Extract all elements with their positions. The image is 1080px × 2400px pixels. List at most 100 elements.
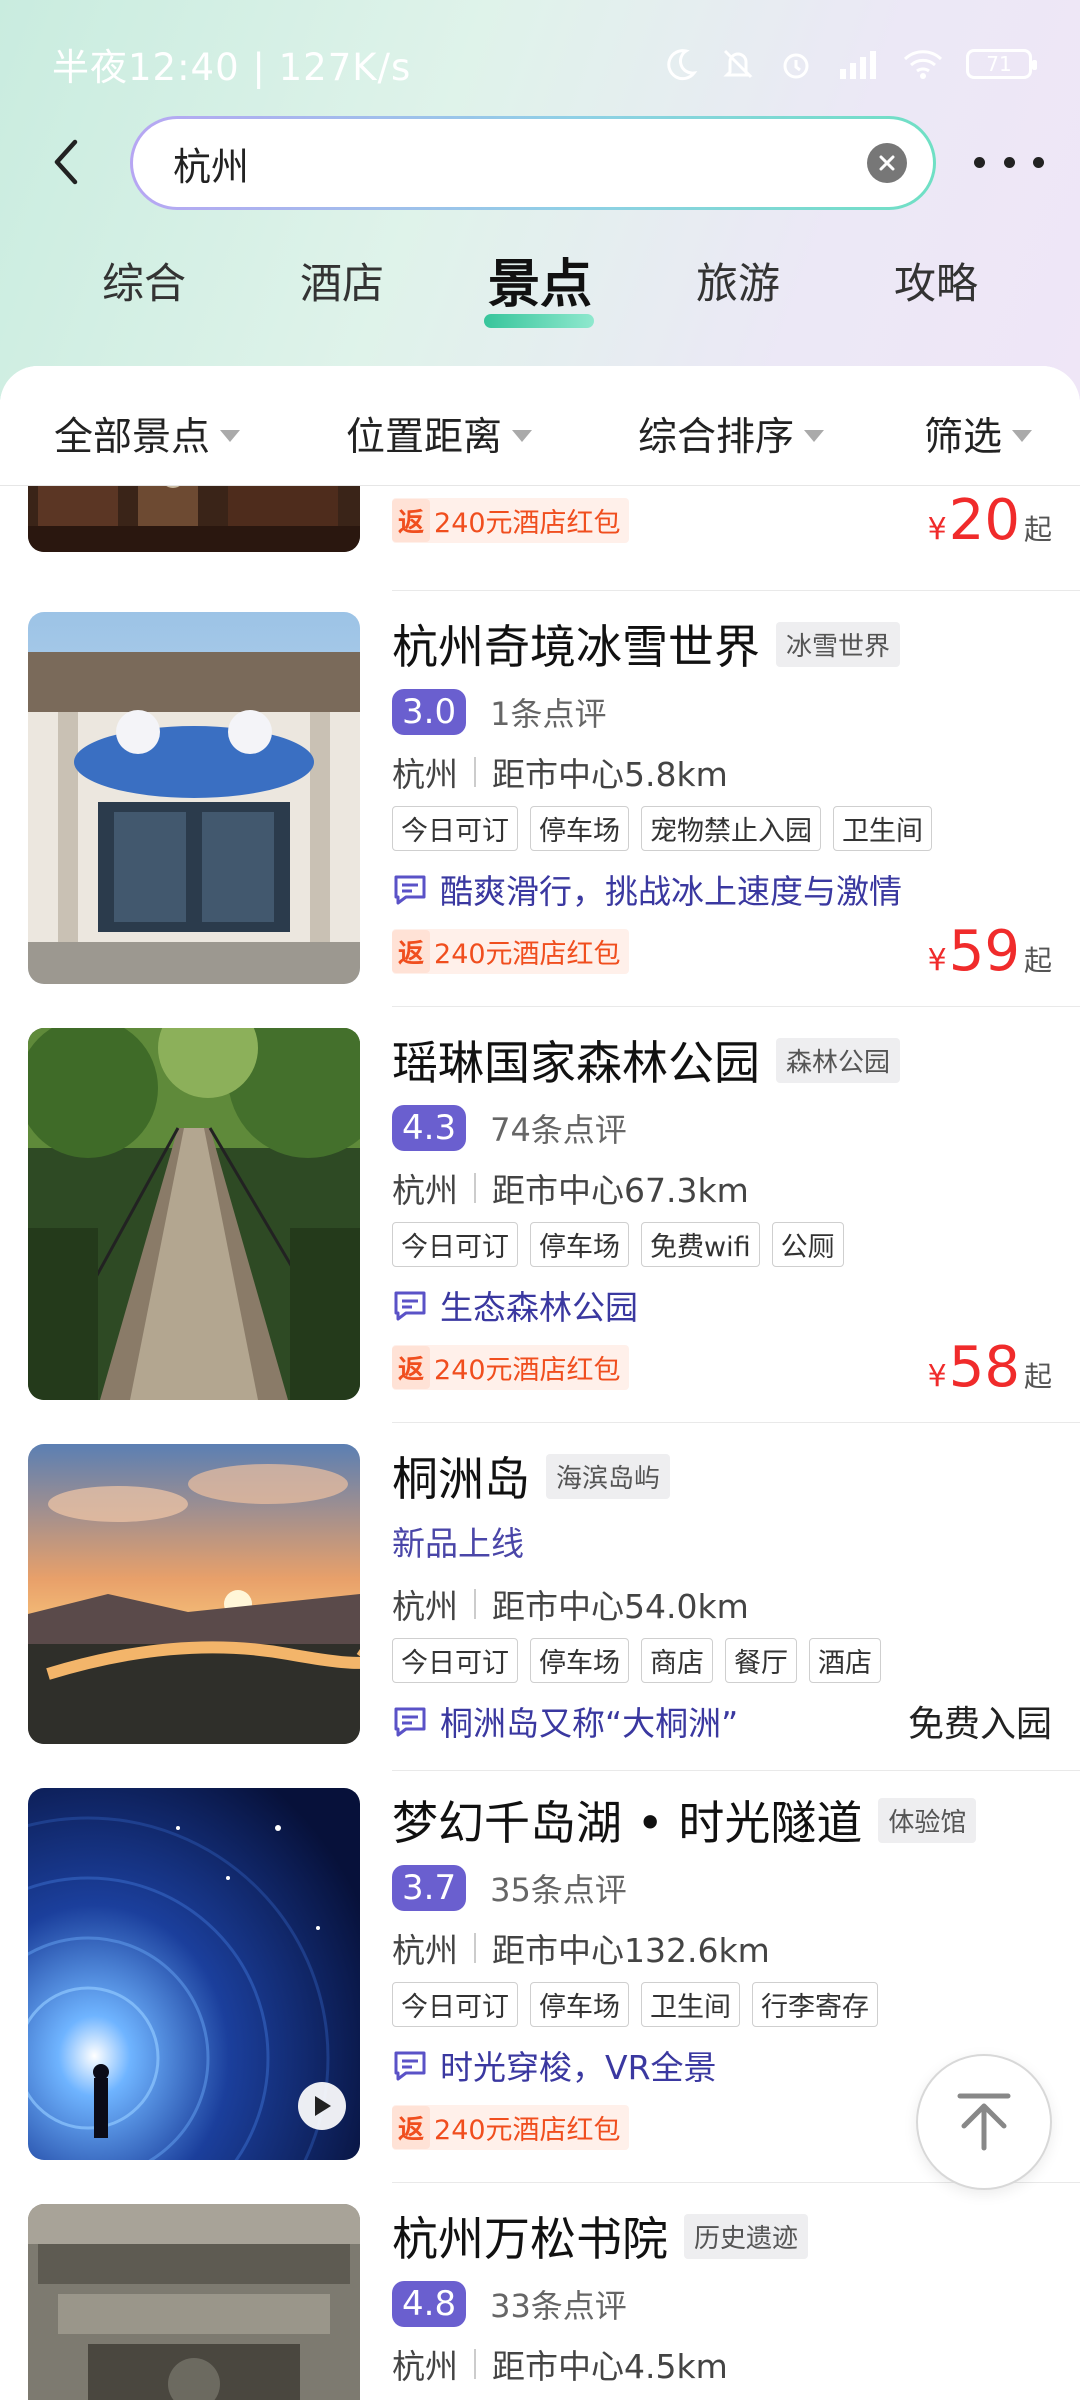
tab-travel[interactable]: 旅游: [668, 250, 808, 311]
city-label: 杭州: [392, 755, 458, 794]
feature-tags: 今日可订 停车场 卫生间 行李寄存: [392, 1982, 1052, 2027]
battery-indicator: 71: [966, 49, 1037, 79]
attraction-name[interactable]: 杭州万松书院: [392, 2203, 668, 2269]
tab-comprehensive[interactable]: 综合: [74, 250, 214, 311]
free-entry-label: 免费入园: [907, 1704, 1052, 1745]
feature-tag: 餐厅: [725, 1638, 797, 1683]
rating-score: 3.0: [392, 689, 467, 735]
price-suffix: 起: [1023, 943, 1052, 977]
feature-tags: 今日可订 停车场 宠物禁止入园 卫生间: [392, 806, 1052, 851]
price: ¥ 20 起: [928, 488, 1052, 553]
chat-bubble-icon: [394, 2051, 426, 2081]
promo-text: 240元酒店红包: [434, 1354, 621, 1386]
category-badge: 历史遗迹: [684, 2213, 809, 2259]
promo-badge-label: 返: [392, 929, 431, 973]
rating-score: 3.7: [392, 1865, 467, 1911]
tab-attractions[interactable]: 景点: [470, 242, 610, 317]
feature-tag: 公厕: [771, 1222, 844, 1267]
divider: [392, 1006, 1080, 1007]
back-button[interactable]: [40, 132, 92, 192]
play-icon: [315, 2096, 331, 2116]
caret-down-icon: [804, 430, 825, 442]
attraction-name[interactable]: 杭州奇境冰雪世界: [392, 611, 760, 677]
distance-label: 距市中心54.0km: [492, 1587, 749, 1626]
review-count[interactable]: 35条点评: [490, 1865, 627, 1911]
feature-tag: 卫生间: [641, 1982, 740, 2027]
distance-label: 距市中心67.3km: [492, 1171, 749, 1210]
price-suffix: 起: [1023, 512, 1052, 546]
price-suffix: 起: [1023, 1359, 1052, 1393]
promo-badge-label: 返: [392, 498, 431, 542]
back-to-top-button[interactable]: [916, 2054, 1052, 2190]
price: ¥ 59 起: [928, 919, 1052, 984]
clear-icon: [879, 155, 895, 171]
category-badge: 冰雪世界: [776, 621, 901, 667]
divider: [392, 590, 1080, 591]
feature-tag: 卫生间: [833, 806, 932, 851]
search-box[interactable]: 杭州: [130, 116, 936, 210]
status-bar: 半夜12:40 | 127K/s 71: [0, 0, 1080, 128]
chat-bubble-icon: [394, 1291, 426, 1321]
tab-hotel[interactable]: 酒店: [272, 250, 412, 311]
filter-location[interactable]: 位置距离: [346, 406, 533, 462]
more-button[interactable]: [974, 142, 1044, 182]
more-icon-dot: [1003, 156, 1015, 168]
tab-guide[interactable]: 攻略: [866, 250, 1006, 311]
review-count[interactable]: 1条点评: [490, 689, 606, 735]
attraction-description: 时光穿梭，VR全景: [440, 2048, 717, 2087]
filter-all-attractions[interactable]: 全部景点: [54, 406, 241, 462]
attraction-name[interactable]: 梦幻千岛湖 • 时光隧道: [392, 1787, 862, 1853]
attraction-name[interactable]: 桐洲岛: [392, 1443, 530, 1509]
price-value: 20: [948, 487, 1020, 553]
alarm-icon: [783, 53, 809, 79]
promo-badge-label: 返: [392, 1345, 431, 1389]
rating-score: 4.3: [392, 1105, 467, 1151]
wifi-icon: [903, 50, 943, 79]
review-count[interactable]: 74条点评: [490, 1105, 627, 1151]
caret-down-icon: [1012, 430, 1033, 442]
separator: [474, 1589, 476, 1619]
results-panel: 全部景点 位置距离 综合排序 筛选 返 240元酒店红包 ¥ 20 起 杭州奇境…: [0, 366, 1080, 2400]
new-product-label: 新品上线: [392, 1524, 524, 1563]
category-badge: 海滨岛屿: [546, 1453, 671, 1499]
filter-sort[interactable]: 综合排序: [638, 406, 825, 462]
feature-tags: 今日可订 停车场 免费wifi 公厕: [392, 1222, 1052, 1267]
attraction-thumbnail: [28, 2204, 360, 2400]
attraction-thumbnail: [28, 1028, 360, 1400]
city-label: 杭州: [392, 1171, 458, 1210]
attraction-thumbnail: [28, 612, 360, 984]
filter-label: 位置距离: [346, 415, 503, 460]
attraction-description: 桐洲岛又称“大桐洲”: [440, 1704, 739, 1743]
price-value: 59: [948, 918, 1020, 984]
feature-tag: 今日可订: [392, 1222, 518, 1267]
feature-tag: 免费wifi: [641, 1222, 760, 1267]
hotel-coupon-badge: 返 240元酒店红包: [392, 497, 629, 543]
filter-more[interactable]: 筛选: [924, 406, 1033, 462]
attraction-thumbnail: [28, 1444, 360, 1744]
price-currency: ¥: [927, 511, 947, 547]
attraction-thumbnail: [28, 1788, 360, 2160]
feature-tags: 今日可订 停车场 商店 餐厅 酒店: [392, 1638, 1052, 1683]
city-label: 杭州: [392, 2347, 458, 2386]
price-currency: ¥: [927, 1358, 947, 1394]
feature-tag: 酒店: [809, 1638, 881, 1683]
promo-text: 240元酒店红包: [434, 507, 621, 539]
status-time: 半夜12:40 | 127K/s: [52, 46, 412, 89]
filter-bar: 全部景点 位置距离 综合排序 筛选: [0, 366, 1080, 486]
clear-button[interactable]: [867, 143, 907, 183]
separator: [474, 1173, 476, 1203]
promo-badge-label: 返: [392, 2105, 431, 2149]
attraction-name[interactable]: 瑶琳国家森林公园: [392, 1027, 760, 1093]
review-count[interactable]: 33条点评: [490, 2281, 627, 2327]
separator: [474, 1933, 476, 1963]
video-play-button[interactable]: [298, 2082, 346, 2130]
signal-icon: [840, 51, 876, 79]
feature-tag: 停车场: [530, 806, 629, 851]
city-label: 杭州: [392, 1587, 458, 1626]
search-input[interactable]: 杭州: [173, 136, 867, 191]
distance-label: 距市中心132.6km: [492, 1931, 770, 1970]
rating-score: 4.8: [392, 2281, 467, 2327]
distance-label: 距市中心5.8km: [492, 755, 728, 794]
filter-label: 综合排序: [638, 415, 795, 460]
filter-label: 筛选: [924, 415, 1003, 460]
